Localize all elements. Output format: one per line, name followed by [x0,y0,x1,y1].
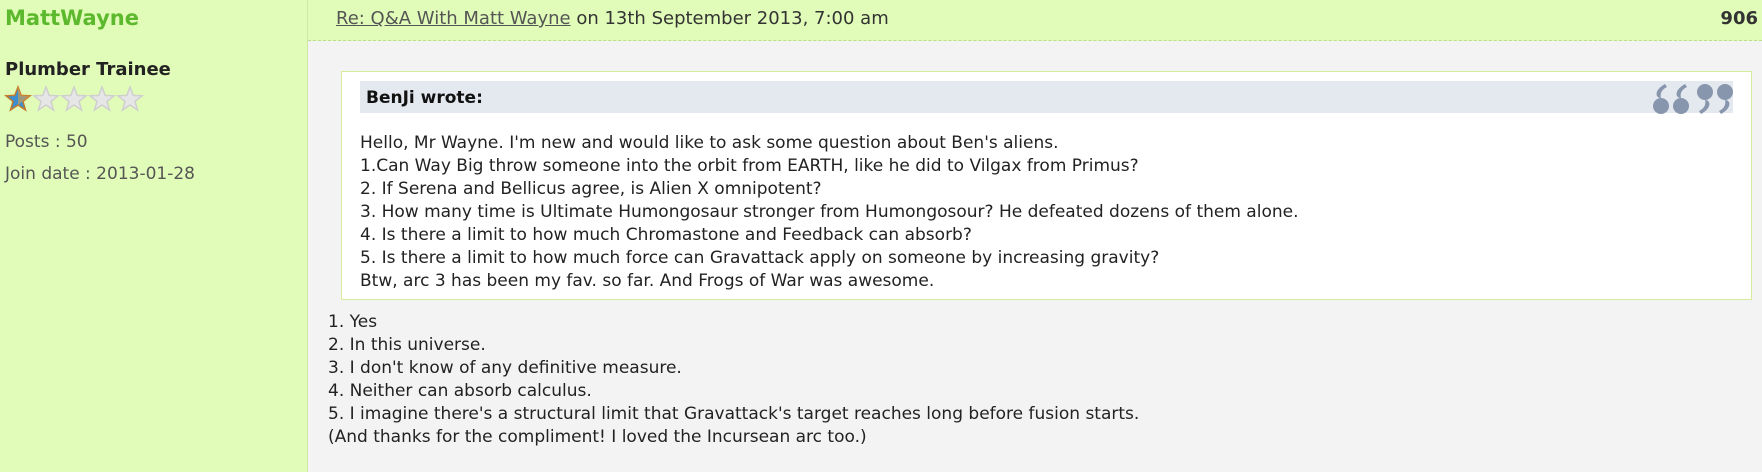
post-date: on 13th September 2013, 7:00 am [570,8,889,29]
author-join-date: Join date : 2013-01-28 [5,164,195,184]
star-empty-icon [115,85,145,112]
quote-line: 5. Is there a limit to how much force ca… [360,248,1160,268]
quote-body: Hello, Mr Wayne. I'm new and would like … [360,132,1733,293]
post-title: Re: Q&A With Matt Wayne on 13th Septembe… [336,8,889,29]
quote-block: BenJi wrote: Hello, Mr Wayne. I'm new an… [341,71,1752,300]
reply-body: 1. Yes 2. In this universe. 3. I don't k… [328,311,1742,449]
quote-line: 2. If Serena and Bellicus agree, is Alie… [360,179,822,199]
quote-author: BenJi wrote: [366,88,483,108]
quote-line: 3. How many time is Ultimate Humongosaur… [360,202,1299,222]
star-empty-icon [31,85,61,112]
quote-line: 1.Can Way Big throw someone into the orb… [360,156,1139,176]
reply-line: 5. I imagine there's a structural limit … [328,404,1140,424]
star-empty-icon [59,85,89,112]
quote-header: BenJi wrote: [360,81,1733,114]
author-sidebar: MattWayne Plumber Trainee Posts : 50 Joi… [0,0,308,472]
author-username[interactable]: MattWayne [5,6,139,30]
star-filled-icon [4,85,33,112]
reply-line: (And thanks for the compliment! I loved … [328,427,867,447]
reply-line: 2. In this universe. [328,335,486,355]
post-number[interactable]: 906 [1720,8,1758,29]
quote-icon [1645,78,1741,127]
quote-line: Btw, arc 3 has been my fav. so far. And … [360,271,935,291]
quote-line: 4. Is there a limit to how much Chromast… [360,225,972,245]
post-header: Re: Q&A With Matt Wayne on 13th Septembe… [308,0,1762,41]
rank-stars [4,85,164,113]
author-posts: Posts : 50 [5,132,88,152]
reply-line: 4. Neither can absorb calculus. [328,381,592,401]
post-title-link[interactable]: Re: Q&A With Matt Wayne [336,8,571,29]
reply-line: 1. Yes [328,312,378,332]
reply-line: 3. I don't know of any definitive measur… [328,358,682,378]
star-empty-icon [87,85,117,112]
quote-line: Hello, Mr Wayne. I'm new and would like … [360,133,1059,153]
author-rank: Plumber Trainee [5,59,171,80]
